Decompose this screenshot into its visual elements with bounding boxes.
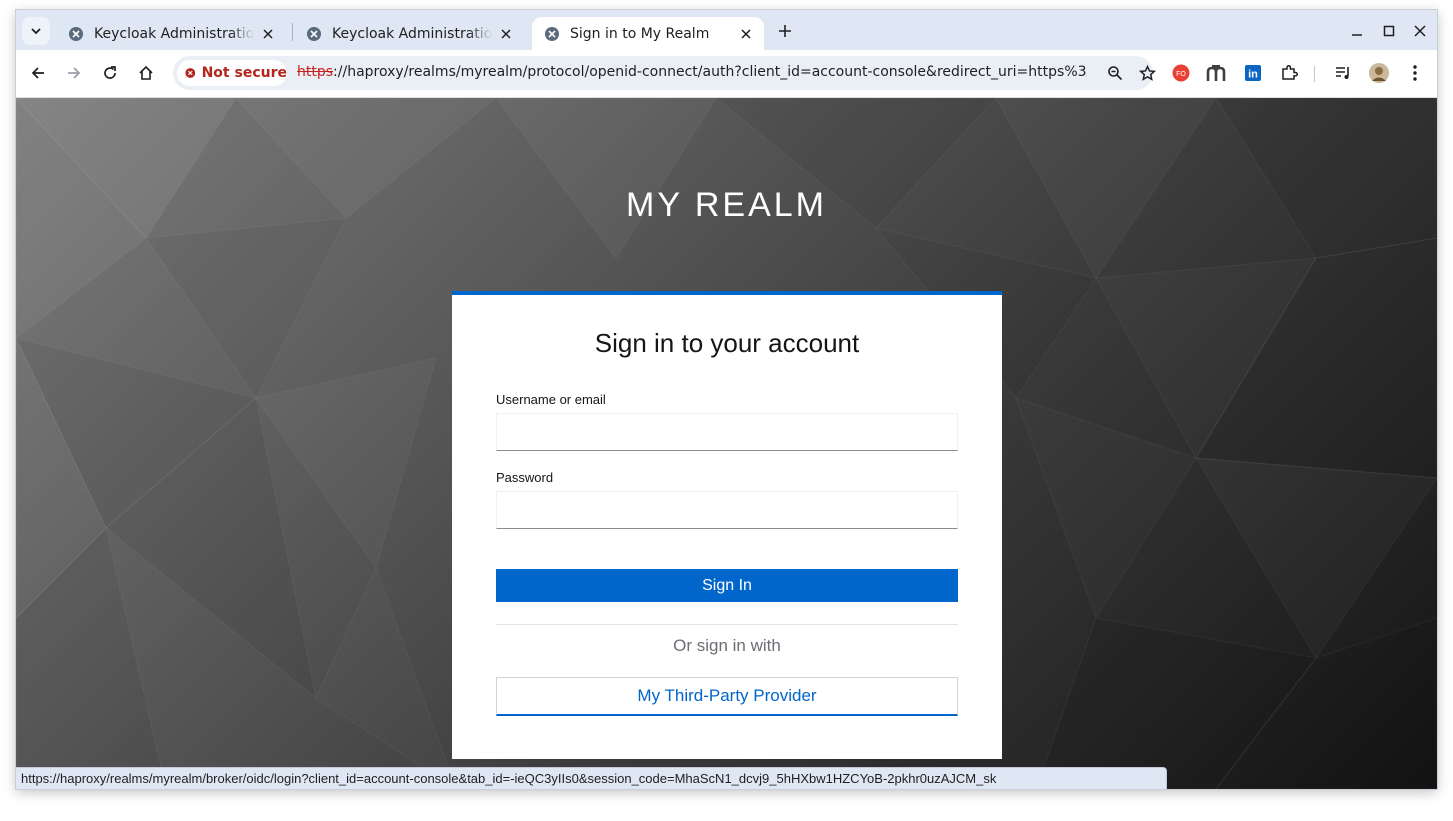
forward-button[interactable] [62,61,86,85]
profile-avatar[interactable] [1368,62,1390,84]
security-chip[interactable]: Not secure [177,60,287,86]
linkedin-label: in [1248,69,1258,81]
tab-search-button[interactable] [22,17,50,45]
not-secure-icon [185,68,196,78]
url-scheme: https [297,64,334,80]
address-bar[interactable]: Not secure https://haproxy/realms/myreal… [173,56,1156,90]
url-rest: ://haproxy/realms/myrealm/protocol/openi… [333,64,1087,80]
or-sign-in-with-text: Or sign in with [673,636,781,655]
more-vertical-icon [1413,65,1417,81]
username-input[interactable] [496,413,958,451]
avatar-icon [1369,63,1389,83]
bookmark-button[interactable] [1137,63,1157,83]
close-tab-icon[interactable] [258,24,278,44]
back-button[interactable] [26,61,50,85]
third-party-provider-button[interactable]: My Third-Party Provider [496,677,958,716]
puzzle-icon [1282,65,1298,80]
reload-button[interactable] [98,61,122,85]
keycloak-favicon-icon [307,26,321,41]
reload-icon [104,66,116,79]
tab-sign-in[interactable]: Sign in to My Realm [532,17,764,50]
tab-strip: Keycloak Administration Console Keycloak… [16,10,1437,50]
media-control-button[interactable] [1332,62,1354,84]
tab-title: Keycloak Administration Console [332,25,492,42]
home-button[interactable] [134,61,158,85]
close-icon [1414,25,1426,37]
maximize-button[interactable] [1378,20,1400,42]
extensions-button[interactable] [1278,62,1300,84]
page-content: MY REALM Sign in to your account Usernam… [16,98,1437,789]
toolbar-separator [1314,66,1315,82]
home-icon [139,65,153,80]
chevron-down-icon [31,28,41,35]
m-extension-icon[interactable] [1205,62,1227,84]
security-chip-label: Not secure [201,65,287,81]
close-tab-icon[interactable] [736,24,756,44]
tab-keycloak-admin-2[interactable]: Keycloak Administration Console [294,17,524,50]
maximize-icon [1383,25,1395,37]
minimize-button[interactable] [1346,20,1368,42]
fo-extension-icon[interactable]: FO [1170,62,1192,84]
arrow-right-icon [68,67,81,79]
keycloak-favicon-icon [545,26,559,41]
star-icon [1138,64,1156,81]
url-text[interactable]: https://haproxy/realms/myrealm/protocol/… [297,64,1087,80]
close-window-button[interactable] [1409,20,1431,42]
browser-toolbar: Not secure https://haproxy/realms/myreal… [16,50,1437,98]
status-bar-link-preview: https://haproxy/realms/myrealm/broker/oi… [16,767,1167,789]
tab-title: Sign in to My Realm [570,25,710,42]
password-label: Password [496,470,554,485]
keycloak-favicon-icon [69,26,83,41]
close-tab-icon[interactable] [496,24,516,44]
new-tab-button[interactable] [774,20,796,42]
zoom-icon [1108,66,1123,81]
minimize-icon [1352,34,1362,36]
linkedin-icon[interactable]: in [1242,62,1264,84]
zoom-button[interactable] [1105,63,1125,83]
arrow-left-icon [31,67,44,79]
browser-window: Keycloak Administration Console Keycloak… [16,10,1437,789]
plus-icon [779,25,791,37]
browser-menu-button[interactable] [1404,62,1426,84]
media-icon [1336,67,1349,79]
password-input[interactable] [496,491,958,529]
login-heading: Sign in to your account [594,328,860,358]
fo-extension-label: FO [1176,71,1186,78]
tab-keycloak-admin-1[interactable]: Keycloak Administration Console [56,17,286,50]
login-card: Sign in to your account Username or emai… [452,291,1002,759]
sign-in-button[interactable]: Sign In [496,569,958,602]
username-label: Username or email [496,392,606,407]
divider [496,624,958,625]
tab-title: Keycloak Administration Console [94,25,254,42]
tab-separator [292,23,293,41]
realm-title: MY REALM [626,186,827,224]
